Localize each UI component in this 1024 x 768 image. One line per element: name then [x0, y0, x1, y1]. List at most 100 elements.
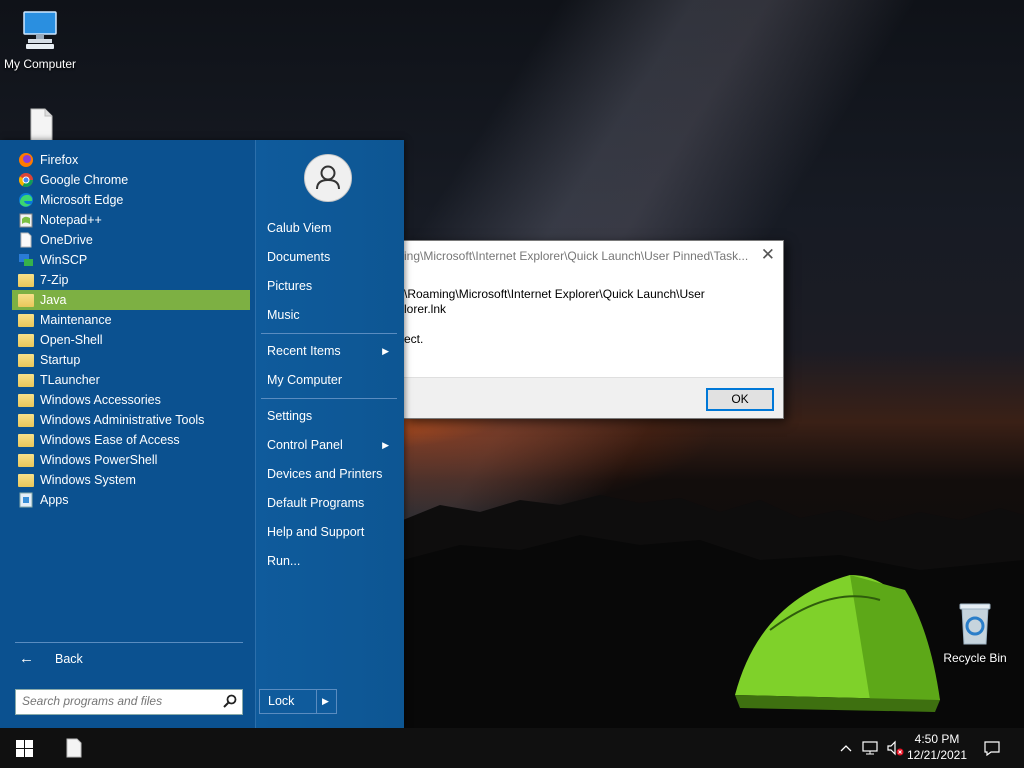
program-item-onedrive[interactable]: OneDrive [12, 230, 250, 250]
dialog-title: ing\Microsoft\Internet Explorer\Quick La… [404, 249, 749, 263]
program-item-startup[interactable]: Startup [12, 350, 250, 370]
program-item-tlauncher[interactable]: TLauncher [12, 370, 250, 390]
folder-icon [18, 333, 34, 347]
recent-items-link[interactable]: Recent Items ▶ [267, 339, 397, 363]
folder-icon [18, 293, 34, 307]
file-icon [18, 232, 34, 248]
program-item-windows-accessories[interactable]: Windows Accessories [12, 390, 250, 410]
divider [15, 642, 243, 643]
program-label: OneDrive [40, 233, 93, 247]
desktop-icon-label: Recycle Bin [943, 651, 1007, 665]
program-item-apps[interactable]: Apps [12, 490, 250, 510]
lock-label: Lock [268, 694, 295, 708]
program-item-winscp[interactable]: WinSCP [12, 250, 250, 270]
windows-logo-icon [15, 739, 33, 757]
program-label: Windows Accessories [40, 393, 161, 407]
desktop-icon-my-computer[interactable]: My Computer [0, 8, 80, 71]
dialog-footer: OK [404, 377, 783, 418]
volume-muted-icon[interactable] [884, 728, 906, 768]
search-box[interactable] [15, 689, 243, 715]
program-label: WinSCP [40, 253, 88, 267]
chevron-up-icon[interactable] [836, 728, 856, 768]
program-item-windows-administrative-tools[interactable]: Windows Administrative Tools [12, 410, 250, 430]
program-label: Open-Shell [40, 333, 103, 347]
documents-link[interactable]: Documents [267, 245, 397, 269]
start-button[interactable] [0, 728, 48, 768]
program-item-java[interactable]: Java [12, 290, 250, 310]
default-programs-link[interactable]: Default Programs [267, 491, 397, 515]
user-icon [316, 165, 340, 190]
program-label: Firefox [40, 153, 79, 167]
folder-icon [18, 473, 34, 487]
program-item-open-shell[interactable]: Open-Shell [12, 330, 250, 350]
music-link[interactable]: Music [267, 303, 397, 327]
network-icon[interactable] [860, 728, 882, 768]
folder-icon [18, 373, 34, 387]
program-label: Windows Administrative Tools [40, 413, 205, 427]
dialog-message-line: \Roaming\Microsoft\Internet Explorer\Qui… [404, 287, 705, 301]
program-label: Maintenance [40, 313, 112, 327]
avatar[interactable] [304, 154, 352, 202]
program-item-notepad-plus-plus[interactable]: Notepad++ [12, 210, 250, 230]
back-label: Back [55, 652, 83, 666]
pictures-link[interactable]: Pictures [267, 274, 397, 298]
edge-icon [18, 192, 34, 208]
program-item-maintenance[interactable]: Maintenance [12, 310, 250, 330]
program-item-windows-ease-of-access[interactable]: Windows Ease of Access [12, 430, 250, 450]
program-item-7-zip[interactable]: 7-Zip [12, 270, 250, 290]
winscp-icon [18, 252, 34, 268]
dialog-message-line: ect. [404, 332, 424, 346]
divider [316, 690, 317, 713]
recycle-bin-icon [959, 603, 991, 645]
start-menu-programs-pane: Firefox Google Chrome Microsoft Edge Not… [0, 140, 255, 728]
program-label: Windows System [40, 473, 136, 487]
taskbar-app-file[interactable] [52, 728, 96, 768]
start-menu-places-pane: Calub Viem Documents Pictures Music Rece… [255, 140, 404, 728]
file-icon [30, 108, 53, 142]
program-item-google-chrome[interactable]: Google Chrome [12, 170, 250, 190]
error-dialog[interactable]: ing\Microsoft\Internet Explorer\Quick La… [403, 240, 784, 419]
folder-icon [18, 453, 34, 467]
run-link[interactable]: Run... [267, 549, 397, 573]
settings-link[interactable]: Settings [267, 404, 397, 428]
apps-icon [18, 492, 34, 508]
taskbar: 4:50 PM 12/21/2021 [0, 728, 1024, 768]
ok-button[interactable]: OK [706, 388, 774, 411]
folder-icon [18, 313, 34, 327]
file-icon [66, 738, 82, 758]
program-item-microsoft-edge[interactable]: Microsoft Edge [12, 190, 250, 210]
notifications-icon[interactable] [978, 728, 1006, 768]
divider [261, 398, 397, 399]
program-item-firefox[interactable]: Firefox [12, 150, 250, 170]
program-label: Google Chrome [40, 173, 129, 187]
program-label: Windows PowerShell [40, 453, 158, 467]
program-label: Java [40, 293, 67, 307]
back-button[interactable]: ← Back [15, 648, 243, 670]
firefox-icon [18, 152, 34, 168]
clock-date: 12/21/2021 [906, 748, 968, 762]
search-icon[interactable] [222, 693, 238, 712]
chevron-right-icon: ▶ [382, 440, 389, 450]
program-label: Windows Ease of Access [40, 433, 180, 447]
program-item-windows-system[interactable]: Windows System [12, 470, 250, 490]
program-label: TLauncher [40, 373, 100, 387]
control-panel-link[interactable]: Control Panel ▶ [267, 433, 397, 457]
lock-button[interactable]: Lock ▶ [259, 689, 337, 714]
taskbar-clock[interactable]: 4:50 PM 12/21/2021 [905, 731, 969, 763]
chevron-right-icon[interactable]: ▶ [322, 690, 329, 713]
recent-items-label: Recent Items [267, 344, 341, 358]
program-item-windows-powershell[interactable]: Windows PowerShell [12, 450, 250, 470]
dialog-message-line: lorer.lnk [404, 302, 447, 316]
user-name-link[interactable]: Calub Viem [267, 216, 397, 240]
my-computer-link[interactable]: My Computer [267, 368, 397, 392]
folder-icon [18, 273, 34, 287]
dialog-message: \Roaming\Microsoft\Internet Explorer\Qui… [404, 287, 705, 347]
desktop-icon-recycle-bin[interactable]: Recycle Bin [935, 602, 1015, 665]
search-input[interactable] [16, 690, 223, 712]
help-support-link[interactable]: Help and Support [267, 520, 397, 544]
chevron-right-icon: ▶ [382, 346, 389, 356]
devices-printers-link[interactable]: Devices and Printers [267, 462, 397, 486]
clock-time: 4:50 PM [914, 732, 960, 746]
chrome-icon [18, 172, 34, 188]
close-icon[interactable]: ✕ [761, 245, 775, 265]
